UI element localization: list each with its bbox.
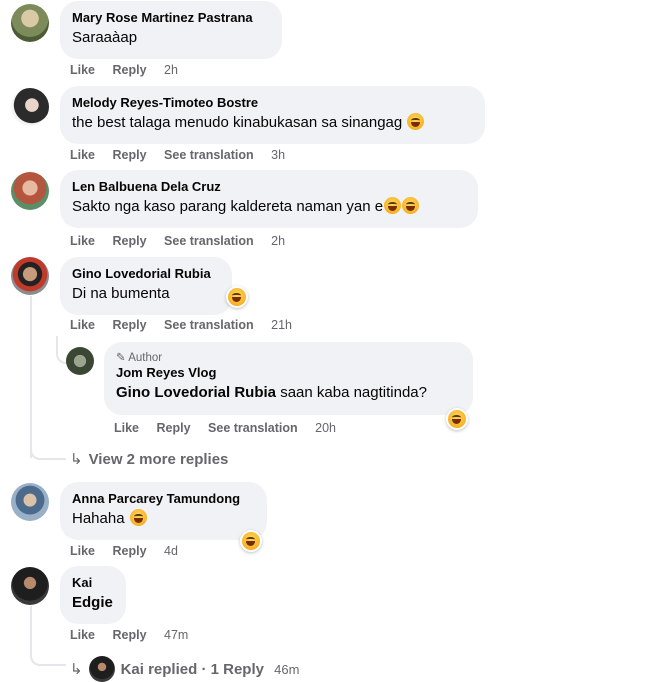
reply-button[interactable]: Reply xyxy=(113,544,147,558)
avatar[interactable] xyxy=(66,347,94,375)
like-button[interactable]: Like xyxy=(114,421,139,435)
comment-text: Di na bumenta xyxy=(72,285,170,302)
view-more-replies-button[interactable]: ↳ View 2 more replies xyxy=(70,450,228,468)
reply-arrow-icon: ↳ xyxy=(70,661,83,678)
thread-connector xyxy=(30,606,66,666)
replies-summary-label: Kai replied · 1 Reply xyxy=(120,661,264,678)
comment-bubble: Melody Reyes-Timoteo Bostre the best tal… xyxy=(60,86,485,144)
laughing-emoji-icon xyxy=(228,288,246,306)
see-translation-button[interactable]: See translation xyxy=(164,234,254,248)
avatar[interactable] xyxy=(11,172,49,210)
see-translation-button[interactable]: See translation xyxy=(208,421,298,435)
reply-bubble: ✎ Author Jom Reyes Vlog Gino Lovedorial … xyxy=(104,342,473,415)
like-button[interactable]: Like xyxy=(70,318,95,332)
avatar[interactable] xyxy=(11,257,49,295)
comment-text: Sakto nga kaso parang kaldereta naman ya… xyxy=(72,198,384,215)
comment-actions: Like Reply 47m xyxy=(70,628,188,642)
like-button[interactable]: Like xyxy=(70,63,95,77)
comment-time[interactable]: 2h xyxy=(271,234,285,248)
reply-author[interactable]: Jom Reyes Vlog xyxy=(116,364,461,381)
thread-connector xyxy=(30,440,66,460)
like-button[interactable]: Like xyxy=(70,234,95,248)
laughing-emoji-icon xyxy=(402,197,420,214)
comment-actions: Like Reply See translation 3h xyxy=(70,148,285,162)
reply-text-row: Gino Lovedorial Rubia saan kaba nagtitin… xyxy=(116,383,461,403)
reply-actions: Like Reply See translation 20h xyxy=(114,421,336,435)
comment-time[interactable]: 47m xyxy=(164,628,188,642)
comment-text: the best talaga menudo kinabukasan sa si… xyxy=(72,114,403,131)
grin-emoji-icon xyxy=(384,197,402,214)
laughing-emoji-icon xyxy=(129,509,147,526)
avatar[interactable] xyxy=(11,483,49,521)
reply-button[interactable]: Reply xyxy=(113,628,147,642)
comment-author[interactable]: Len Balbuena Dela Cruz xyxy=(72,178,466,195)
comment-bubble: Kai Edgie xyxy=(60,566,126,624)
see-translation-button[interactable]: See translation xyxy=(164,318,254,332)
comment-text-row: Hahaha xyxy=(72,509,255,529)
reaction-badge[interactable] xyxy=(240,530,262,552)
laughing-emoji-icon xyxy=(242,532,260,550)
reply-button[interactable]: Reply xyxy=(113,63,147,77)
comment-text-row: Sakto nga kaso parang kaldereta naman ya… xyxy=(72,197,466,217)
reply-text: saan kaba nagtitinda? xyxy=(280,384,427,401)
comment-actions: Like Reply 2h xyxy=(70,63,178,77)
comment-author[interactable]: Melody Reyes-Timoteo Bostre xyxy=(72,94,473,111)
smile-emoji-icon xyxy=(407,113,425,130)
view-more-replies-label: View 2 more replies xyxy=(88,451,229,468)
comment-text: Edgie xyxy=(72,594,113,611)
laughing-emoji-icon xyxy=(448,410,466,428)
comment-bubble: Gino Lovedorial Rubia Di na bumenta xyxy=(60,257,232,315)
comment-actions: Like Reply See translation 2h xyxy=(70,234,285,248)
reply-button[interactable]: Reply xyxy=(113,318,147,332)
comment-author[interactable]: Kai xyxy=(72,574,114,591)
mention-link[interactable]: Gino Lovedorial Rubia xyxy=(116,384,276,401)
replies-summary-time: 46m xyxy=(274,662,300,677)
comment-author[interactable]: Anna Parcarey Tamundong xyxy=(72,490,255,507)
avatar[interactable] xyxy=(11,88,49,126)
comment-actions: Like Reply 4d xyxy=(70,544,178,558)
author-badge: ✎ Author xyxy=(116,350,461,364)
comment-time[interactable]: 4d xyxy=(164,544,178,558)
pencil-icon: ✎ xyxy=(116,352,126,364)
like-button[interactable]: Like xyxy=(70,544,95,558)
comment-time[interactable]: 21h xyxy=(271,318,292,332)
comment-time[interactable]: 20h xyxy=(315,421,336,435)
see-translation-button[interactable]: See translation xyxy=(164,148,254,162)
replies-summary-button[interactable]: ↳ Kai replied · 1 Reply 46m xyxy=(70,656,299,682)
reply-button[interactable]: Reply xyxy=(113,234,147,248)
comment-time[interactable]: 3h xyxy=(271,148,285,162)
comment-text: Hahaha xyxy=(72,510,125,527)
author-badge-label: Author xyxy=(128,352,163,364)
comment-time[interactable]: 2h xyxy=(164,63,178,77)
comment-author[interactable]: Gino Lovedorial Rubia xyxy=(72,265,220,282)
comment-bubble: Len Balbuena Dela Cruz Sakto nga kaso pa… xyxy=(60,170,478,228)
comment-text: Saraaàap xyxy=(72,29,138,46)
comment-actions: Like Reply See translation 21h xyxy=(70,318,292,332)
comment-author[interactable]: Mary Rose Martinez Pastrana xyxy=(72,9,270,26)
reaction-badge[interactable] xyxy=(226,286,248,308)
comment-text-row: the best talaga menudo kinabukasan sa si… xyxy=(72,113,473,133)
reply-button[interactable]: Reply xyxy=(113,148,147,162)
reply-button[interactable]: Reply xyxy=(157,421,191,435)
reaction-badge[interactable] xyxy=(446,408,468,430)
reply-arrow-icon: ↳ xyxy=(70,451,83,468)
thread-line xyxy=(30,296,32,458)
comment-bubble: Mary Rose Martinez Pastrana Saraaàap xyxy=(60,1,282,59)
like-button[interactable]: Like xyxy=(70,148,95,162)
avatar xyxy=(88,656,115,682)
comment-text-row: Edgie xyxy=(72,593,114,613)
comment-bubble: Anna Parcarey Tamundong Hahaha xyxy=(60,482,267,540)
avatar[interactable] xyxy=(11,567,49,605)
avatar[interactable] xyxy=(11,4,49,42)
like-button[interactable]: Like xyxy=(70,628,95,642)
